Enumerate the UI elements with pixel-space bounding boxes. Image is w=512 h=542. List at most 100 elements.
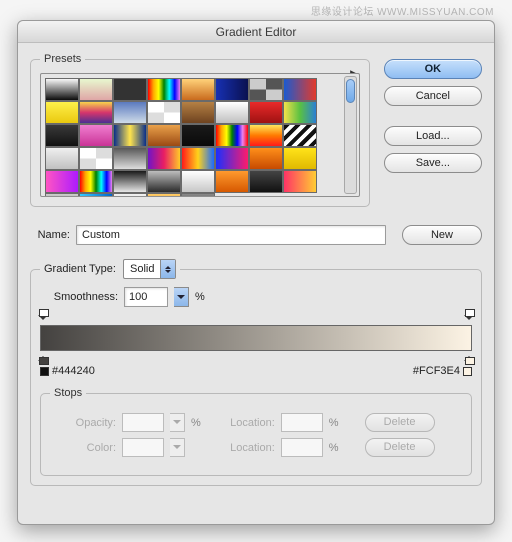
preset-swatch[interactable] — [79, 124, 113, 147]
location-label: Location: — [219, 417, 275, 429]
delete-opacity-stop-button: Delete — [365, 413, 435, 432]
preset-swatch[interactable] — [181, 193, 215, 197]
color-input — [122, 438, 164, 457]
window-title: Gradient Editor — [18, 21, 494, 43]
stops-fieldset: Stops Opacity: % Location: % Delete Colo… — [40, 387, 472, 476]
presets-scrollbar[interactable] — [344, 76, 357, 194]
preset-swatch[interactable] — [215, 78, 249, 101]
swatch-icon — [40, 367, 49, 376]
watermark-text: 思缘设计论坛 WWW.MISSYUAN.COM — [311, 3, 494, 18]
ok-button[interactable]: OK — [384, 59, 482, 79]
preset-swatch[interactable] — [147, 101, 181, 124]
preset-swatch[interactable] — [147, 147, 181, 170]
preset-swatch[interactable] — [113, 101, 147, 124]
preset-swatch[interactable] — [181, 124, 215, 147]
preset-swatch[interactable] — [147, 78, 181, 101]
location-unit: % — [329, 417, 339, 429]
preset-swatch[interactable] — [283, 101, 317, 124]
cancel-button[interactable]: Cancel — [384, 86, 482, 106]
gradient-type-select[interactable]: Solid — [123, 259, 176, 279]
color-dropdown-icon — [170, 438, 185, 457]
preset-swatch[interactable] — [113, 124, 147, 147]
opacity-input — [122, 413, 164, 432]
preset-swatch[interactable] — [283, 170, 317, 193]
preset-swatch[interactable] — [215, 170, 249, 193]
preset-swatch[interactable] — [249, 124, 283, 147]
preset-swatch[interactable] — [283, 147, 317, 170]
left-hex-label: #444240 — [52, 365, 95, 377]
load-button[interactable]: Load... — [384, 126, 482, 146]
window-content: ▶ Presets OK Cancel Load... Save... Name… — [18, 43, 494, 498]
opacity-location-input — [281, 413, 323, 432]
swatch-icon — [463, 367, 472, 376]
name-label: Name: — [30, 229, 70, 241]
preset-swatch[interactable] — [181, 147, 215, 170]
preset-swatch[interactable] — [249, 170, 283, 193]
preset-swatch[interactable] — [181, 101, 215, 124]
preset-swatch[interactable] — [181, 170, 215, 193]
delete-color-stop-button: Delete — [365, 438, 435, 457]
preset-swatch[interactable] — [113, 147, 147, 170]
presets-grid[interactable] — [40, 73, 360, 197]
opacity-stop-right[interactable] — [464, 315, 474, 325]
preset-swatch[interactable] — [283, 124, 317, 147]
color-stop-right[interactable] — [464, 351, 474, 361]
preset-swatch[interactable] — [147, 193, 181, 197]
smoothness-label: Smoothness: — [40, 291, 118, 303]
preset-swatch[interactable] — [45, 101, 79, 124]
preset-swatch[interactable] — [79, 101, 113, 124]
preset-swatch[interactable] — [45, 193, 79, 197]
location2-unit: % — [329, 442, 339, 454]
preset-swatch[interactable] — [215, 124, 249, 147]
gradient-editor-strip — [40, 315, 472, 361]
opacity-dropdown-icon — [170, 413, 185, 432]
preset-swatch[interactable] — [113, 193, 147, 197]
gradient-type-legend: Gradient Type: Solid — [40, 259, 180, 279]
location2-label: Location: — [219, 442, 275, 454]
preset-swatch[interactable] — [215, 101, 249, 124]
color-stop-rail[interactable] — [40, 351, 472, 361]
preset-swatch[interactable] — [215, 147, 249, 170]
smoothness-unit: % — [195, 291, 205, 303]
gradient-preview-bar[interactable] — [40, 325, 472, 351]
preset-swatch[interactable] — [181, 78, 215, 101]
preset-swatch[interactable] — [147, 124, 181, 147]
right-hex-label: #FCF3E4 — [413, 365, 460, 377]
stops-legend: Stops — [50, 387, 86, 399]
preset-swatch[interactable] — [45, 147, 79, 170]
preset-swatch[interactable] — [79, 170, 113, 193]
preset-swatch[interactable] — [147, 170, 181, 193]
scrollbar-thumb[interactable] — [346, 79, 355, 103]
dialog-buttons: OK Cancel Load... Save... — [384, 59, 482, 173]
preset-swatch[interactable] — [113, 170, 147, 193]
new-button[interactable]: New — [402, 225, 482, 245]
gradient-type-value: Solid — [124, 263, 160, 275]
preset-swatch[interactable] — [249, 78, 283, 101]
opacity-stop-left[interactable] — [38, 315, 48, 325]
preset-swatch[interactable] — [79, 193, 113, 197]
updown-arrows-icon — [160, 260, 175, 278]
smoothness-input[interactable] — [124, 287, 168, 307]
opacity-unit: % — [191, 417, 201, 429]
opacity-stop-rail[interactable] — [40, 315, 472, 325]
gradient-type-label: Gradient Type: — [44, 263, 116, 275]
preset-swatch[interactable] — [45, 170, 79, 193]
presets-fieldset: Presets — [30, 53, 370, 207]
preset-swatch[interactable] — [249, 147, 283, 170]
preset-swatch[interactable] — [79, 147, 113, 170]
preset-swatch[interactable] — [113, 78, 147, 101]
gradient-editor-window: Gradient Editor ▶ Presets OK Cancel Load… — [17, 20, 495, 525]
preset-swatch[interactable] — [79, 78, 113, 101]
color-location-input — [281, 438, 323, 457]
save-button[interactable]: Save... — [384, 153, 482, 173]
preset-swatch[interactable] — [45, 124, 79, 147]
presets-legend: Presets — [40, 53, 85, 65]
preset-swatch[interactable] — [249, 101, 283, 124]
color-stop-left[interactable] — [38, 351, 48, 361]
preset-swatch[interactable] — [283, 78, 317, 101]
name-input[interactable] — [76, 225, 386, 245]
smoothness-dropdown-icon[interactable] — [174, 287, 189, 307]
opacity-label: Opacity: — [50, 417, 116, 429]
preset-swatch[interactable] — [45, 78, 79, 101]
gradient-type-fieldset: Gradient Type: Solid Smoothness: % — [30, 259, 482, 486]
